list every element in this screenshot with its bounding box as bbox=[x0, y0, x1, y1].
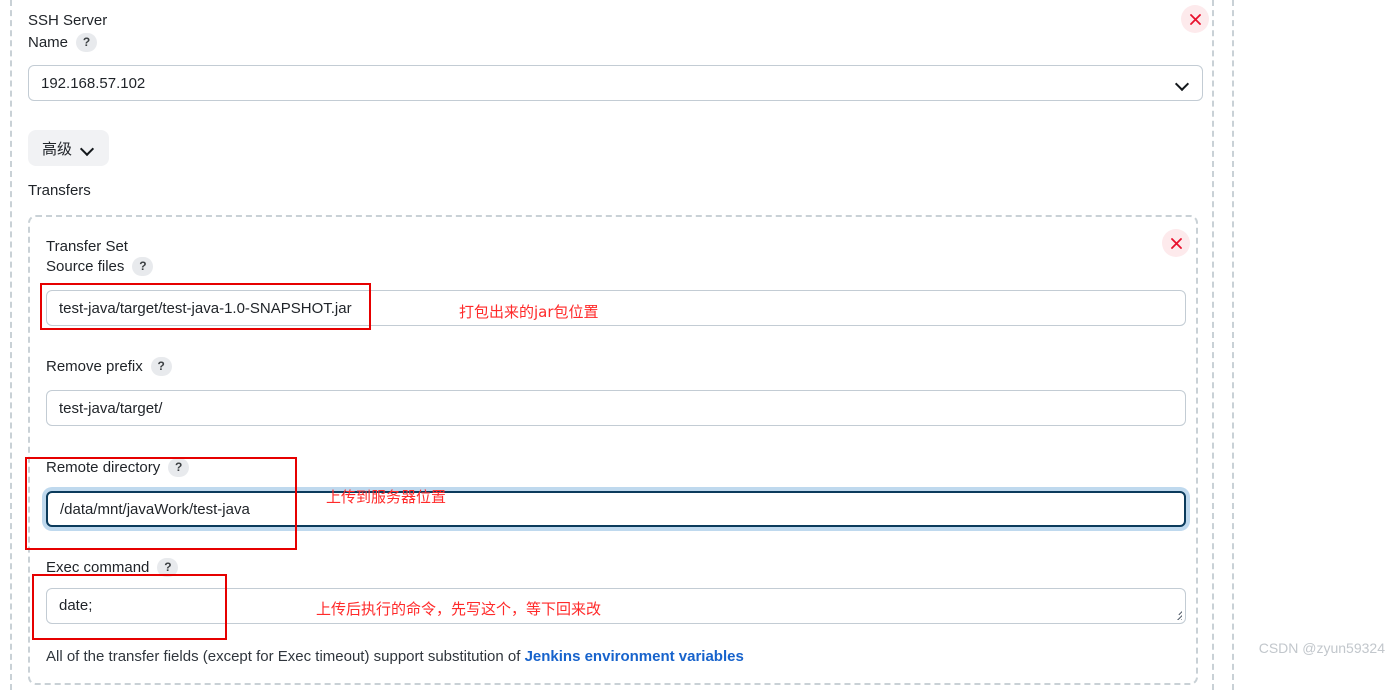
advanced-button[interactable]: 高级 bbox=[28, 130, 110, 166]
exec-command-note: 上传后执行的命令，先写这个，等下回来改 bbox=[316, 600, 602, 618]
ssh-server-label-line2: Name bbox=[28, 34, 69, 51]
remote-directory-note: 上传到服务器位置 bbox=[326, 488, 447, 506]
help-icon[interactable]: ? bbox=[157, 557, 179, 577]
exec-command-value: date; bbox=[59, 597, 93, 614]
watermark: CSDN @zyun59324 bbox=[1258, 640, 1385, 656]
help-icon[interactable]: ? bbox=[76, 32, 98, 52]
transfer-fields-note: All of the transfer fields (except for E… bbox=[46, 648, 744, 665]
remote-directory-label: Remote directory bbox=[46, 459, 161, 476]
close-transfer-set-button[interactable] bbox=[1162, 229, 1190, 257]
jenkins-environment-variables-link[interactable]: Jenkins environment variables bbox=[525, 648, 744, 665]
chevron-down-icon bbox=[81, 144, 95, 153]
source-files-input[interactable]: test-java/target/test-java-1.0-SNAPSHOT.… bbox=[46, 290, 1186, 326]
close-icon bbox=[1170, 237, 1182, 249]
remove-prefix-input[interactable]: test-java/target/ bbox=[46, 390, 1186, 426]
exec-command-textarea[interactable]: date; bbox=[46, 588, 1186, 624]
exec-command-label: Exec command bbox=[46, 559, 150, 576]
help-icon[interactable]: ? bbox=[168, 457, 190, 477]
transfers-label: Transfers bbox=[28, 182, 91, 199]
ssh-server-select[interactable]: 192.168.57.102 bbox=[28, 65, 1203, 101]
close-icon bbox=[1189, 13, 1201, 25]
source-files-label: Source files bbox=[46, 258, 125, 275]
close-ssh-server-button[interactable] bbox=[1181, 5, 1209, 33]
help-icon[interactable]: ? bbox=[132, 256, 154, 276]
remote-directory-value: /data/mnt/javaWork/test-java bbox=[60, 500, 250, 518]
outer-dashed-guide-line bbox=[1232, 0, 1234, 690]
remove-prefix-value: test-java/target/ bbox=[59, 399, 163, 417]
transfer-set-title: Transfer Set bbox=[46, 238, 128, 255]
source-files-value: test-java/target/test-java-1.0-SNAPSHOT.… bbox=[59, 299, 352, 317]
remove-prefix-label: Remove prefix bbox=[46, 358, 143, 375]
advanced-button-label: 高级 bbox=[42, 140, 73, 158]
ssh-server-select-value: 192.168.57.102 bbox=[41, 74, 146, 92]
source-files-note: 打包出来的jar包位置 bbox=[459, 303, 599, 321]
help-icon[interactable]: ? bbox=[150, 356, 172, 376]
ssh-server-label-line1: SSH Server bbox=[28, 12, 108, 29]
remote-directory-input[interactable]: /data/mnt/javaWork/test-java bbox=[46, 491, 1186, 527]
resize-handle-icon[interactable] bbox=[1170, 608, 1182, 620]
chevron-down-icon bbox=[1176, 79, 1190, 88]
transfer-fields-note-text: All of the transfer fields (except for E… bbox=[46, 648, 525, 665]
